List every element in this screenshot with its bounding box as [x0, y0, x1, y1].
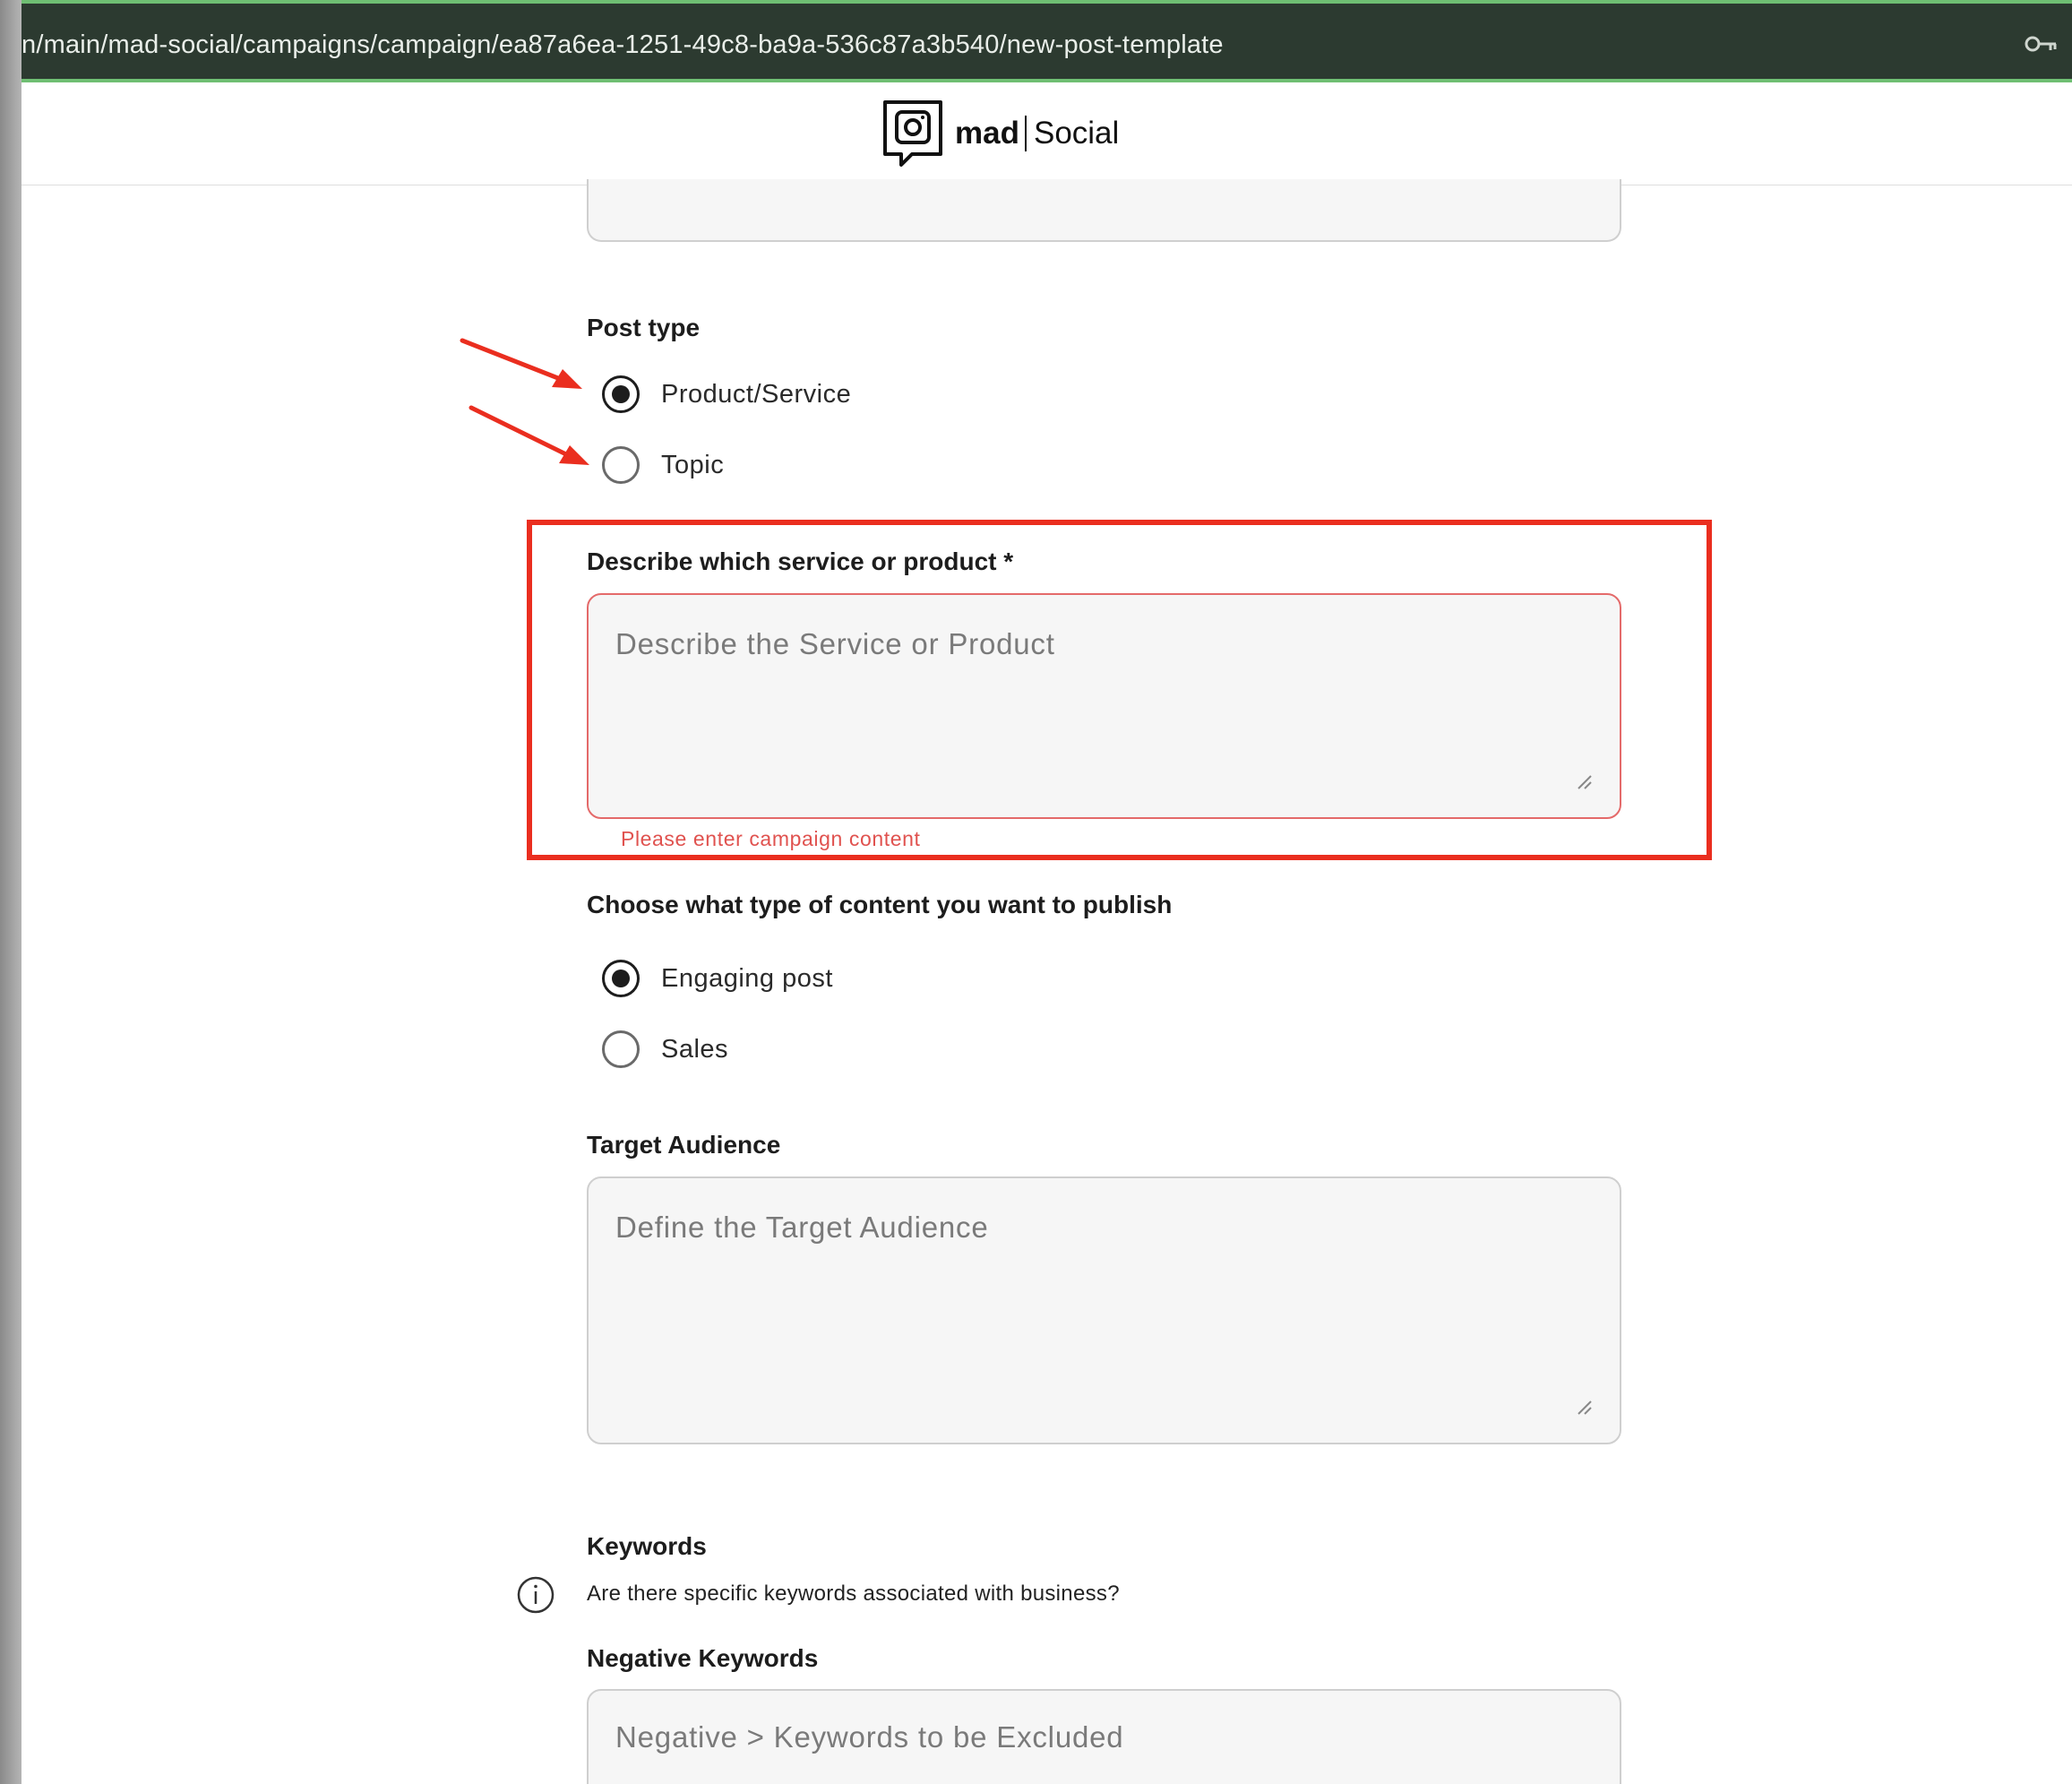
- previous-field-input[interactable]: [587, 179, 1621, 242]
- browser-url-bar[interactable]: n/main/mad-social/campaigns/campaign/ea8…: [21, 0, 2072, 82]
- annotation-arrow-icon: [460, 338, 582, 389]
- logo-text-mad: mad: [955, 116, 1019, 151]
- radio-topic[interactable]: Topic: [602, 446, 724, 484]
- post-type-label: Post type: [587, 314, 701, 341]
- negative-keywords-input[interactable]: Negative > Keywords to be Excluded: [587, 1689, 1621, 1784]
- textarea-placeholder: Define the Target Audience: [615, 1211, 989, 1244]
- window-edge: [0, 0, 21, 1784]
- key-icon[interactable]: [2024, 32, 2059, 56]
- logo-text-social: Social: [1033, 116, 1120, 151]
- radio-button-checked[interactable]: [602, 960, 640, 997]
- radio-label[interactable]: Sales: [661, 1035, 728, 1064]
- negative-keywords-label: Negative Keywords: [587, 1644, 819, 1672]
- radio-button-unchecked[interactable]: [602, 446, 640, 484]
- resize-handle-icon[interactable]: [1577, 1400, 1593, 1416]
- url-text[interactable]: n/main/mad-social/campaigns/campaign/ea8…: [21, 30, 1224, 60]
- radio-label[interactable]: Topic: [661, 451, 724, 480]
- keywords-hint: Are there specific keywords associated w…: [587, 1581, 1120, 1606]
- annotation-arrow-icon: [469, 405, 589, 465]
- keywords-label: Keywords: [587, 1532, 707, 1560]
- radio-engaging-post[interactable]: Engaging post: [602, 960, 833, 997]
- chat-camera-logo-icon: [883, 100, 942, 167]
- info-icon[interactable]: [517, 1576, 555, 1614]
- input-placeholder: Negative > Keywords to be Excluded: [615, 1720, 1124, 1754]
- radio-button-checked[interactable]: [602, 375, 640, 413]
- brand-logo[interactable]: mad Social: [881, 98, 1119, 169]
- content-type-label: Choose what type of content you want to …: [587, 891, 1173, 918]
- target-audience-textarea[interactable]: Define the Target Audience: [587, 1176, 1621, 1444]
- radio-sales[interactable]: Sales: [602, 1030, 728, 1068]
- radio-button-unchecked[interactable]: [602, 1030, 640, 1068]
- radio-product-service[interactable]: Product/Service: [602, 375, 851, 413]
- screenshot-root: n/main/mad-social/campaigns/campaign/ea8…: [0, 0, 2072, 1784]
- annotation-highlight-box: [527, 520, 1712, 860]
- target-audience-label: Target Audience: [587, 1131, 781, 1159]
- app-header: mad Social: [21, 82, 2072, 185]
- radio-label[interactable]: Product/Service: [661, 380, 851, 409]
- radio-label[interactable]: Engaging post: [661, 964, 833, 994]
- logo-divider: [1024, 116, 1027, 151]
